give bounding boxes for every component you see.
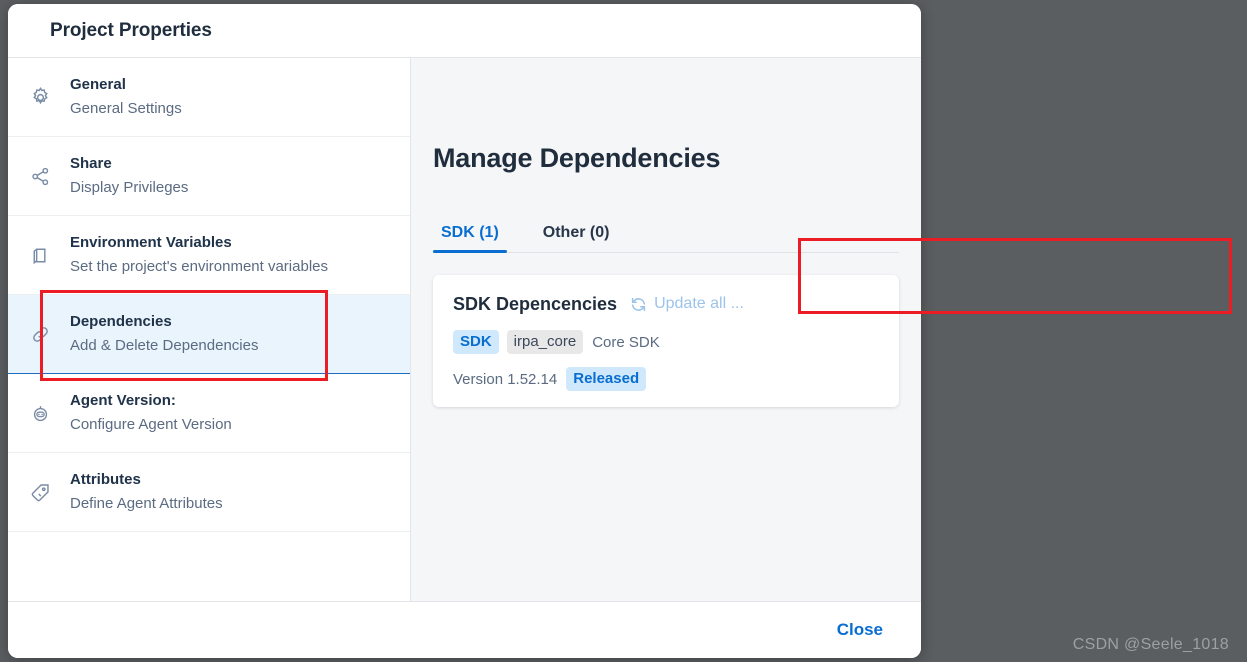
watermark: CSDN @Seele_1018	[1072, 636, 1229, 653]
sidebar-item-general[interactable]: General General Settings	[8, 58, 410, 137]
sidebar-item-share[interactable]: Share Display Privileges	[8, 137, 410, 216]
dependency-type-chip: SDK	[453, 330, 499, 354]
sdk-dependencies-card: SDK Depencencies Update all ... SDK irpa…	[433, 275, 899, 407]
sidebar-item-title: Environment Variables	[70, 233, 232, 251]
sidebar-item-title: Dependencies	[70, 312, 172, 330]
dependency-row-version: Version 1.52.14 Released	[453, 367, 879, 391]
dialog-header: Project Properties	[8, 4, 921, 58]
sidebar-item-title: Share	[70, 154, 112, 172]
sidebar-item-subtitle: Define Agent Attributes	[70, 494, 223, 512]
sidebar-item-title: General	[70, 75, 126, 93]
dialog-body: General General Settings Share Display P…	[8, 58, 921, 605]
sidebar-item-text: Agent Version: Configure Agent Version	[56, 390, 232, 437]
sidebar-item-subtitle: Configure Agent Version	[70, 415, 232, 433]
dependency-row-identity: SDK irpa_core Core SDK	[453, 330, 879, 354]
sidebar-nav: General General Settings Share Display P…	[8, 58, 411, 605]
share-icon	[24, 165, 56, 188]
dependency-version: Version 1.52.14	[453, 370, 558, 388]
sidebar-item-text: Share Display Privileges	[56, 153, 188, 200]
dependency-status-badge: Released	[566, 367, 647, 391]
dialog-title: Project Properties	[50, 19, 212, 41]
sidebar-item-subtitle: General Settings	[70, 99, 182, 117]
sidebar-item-agent-version[interactable]: Agent Version: Configure Agent Version	[8, 374, 410, 453]
sidebar-item-title: Attributes	[70, 470, 141, 488]
sidebar-item-text: Environment Variables Set the project's …	[56, 232, 328, 279]
sidebar-item-attributes[interactable]: Attributes Define Agent Attributes	[8, 453, 410, 532]
robot-icon	[24, 402, 56, 425]
tag-icon	[24, 481, 56, 504]
sidebar-item-environment-variables[interactable]: Environment Variables Set the project's …	[8, 216, 410, 295]
tab-sdk[interactable]: SDK (1)	[433, 224, 507, 253]
update-all-label: Update all ...	[654, 295, 744, 312]
dialog-footer: Close	[8, 601, 921, 658]
sidebar-item-text: Dependencies Add & Delete Dependencies	[56, 311, 258, 358]
sidebar-item-text: General General Settings	[56, 74, 182, 121]
main-content: Manage Dependencies SDK (1) Other (0) SD…	[411, 58, 921, 601]
tab-other[interactable]: Other (0)	[535, 224, 618, 252]
sidebar-item-subtitle: Set the project's environment variables	[70, 257, 328, 275]
page-title: Manage Dependencies	[433, 143, 721, 173]
sidebar-item-text: Attributes Define Agent Attributes	[56, 469, 223, 516]
close-button[interactable]: Close	[831, 616, 889, 644]
sidebar-item-title: Agent Version:	[70, 391, 176, 409]
card-header: SDK Depencencies Update all ...	[453, 291, 879, 317]
sidebar-empty-space	[8, 532, 410, 605]
update-all-button[interactable]: Update all ...	[629, 295, 744, 314]
project-properties-dialog: Project Properties General General Setti…	[8, 4, 921, 658]
tab-bar: SDK (1) Other (0)	[433, 214, 899, 253]
card-title: SDK Depencencies	[453, 293, 618, 314]
layers-icon	[24, 244, 56, 267]
gear-icon	[24, 86, 56, 109]
link-icon	[24, 323, 56, 346]
dependency-description: Core SDK	[592, 333, 660, 351]
sidebar-item-subtitle: Add & Delete Dependencies	[70, 336, 259, 354]
sidebar-item-subtitle: Display Privileges	[70, 178, 189, 196]
sidebar-item-dependencies[interactable]: Dependencies Add & Delete Dependencies	[8, 295, 410, 374]
refresh-icon	[629, 295, 648, 314]
dependency-package-chip: irpa_core	[506, 330, 584, 354]
